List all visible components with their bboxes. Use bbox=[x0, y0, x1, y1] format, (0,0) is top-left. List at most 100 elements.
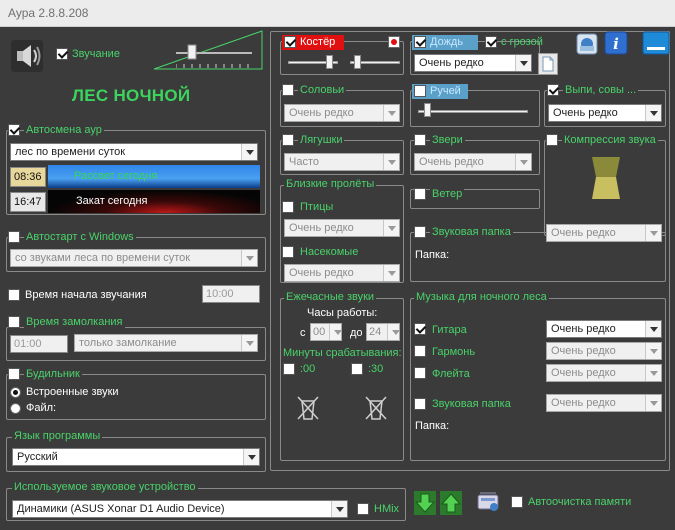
fire-slider-a-thumb[interactable] bbox=[326, 55, 333, 69]
birds-combo[interactable]: Очень редко bbox=[284, 219, 400, 237]
start-time-input[interactable]: 10:00 bbox=[202, 285, 260, 303]
hours-to-combo[interactable]: 24 bbox=[366, 323, 400, 341]
nightingales-checkbox[interactable] bbox=[282, 84, 294, 96]
autochange-checkbox[interactable] bbox=[8, 124, 20, 136]
stream-label: Ручей bbox=[430, 85, 461, 97]
birds-checkbox[interactable] bbox=[282, 201, 294, 213]
chevron-down-icon bbox=[331, 501, 347, 517]
alarm-builtin-radio[interactable] bbox=[10, 387, 21, 398]
record-icon[interactable] bbox=[388, 36, 400, 48]
language-label: Язык программы bbox=[12, 430, 103, 443]
owls-label: Выпи, совы ... bbox=[563, 84, 639, 97]
thunder-checkbox[interactable] bbox=[485, 36, 497, 48]
chevron-down-icon bbox=[383, 105, 399, 121]
stream-slider-track[interactable] bbox=[418, 110, 528, 113]
music-folder-checkbox[interactable] bbox=[414, 398, 426, 410]
autochange-label: Автосмена аур bbox=[24, 124, 104, 137]
no-sound-icon[interactable] bbox=[296, 395, 320, 421]
minute30-checkbox[interactable] bbox=[351, 363, 363, 375]
birds-label: Птицы bbox=[300, 201, 334, 213]
frogs-checkbox[interactable] bbox=[282, 134, 294, 146]
flute-combo[interactable]: Очень редко bbox=[546, 364, 662, 382]
guitar-label: Гитара bbox=[432, 324, 467, 336]
chevron-down-icon bbox=[383, 220, 399, 236]
hours-from-label: с bbox=[300, 327, 306, 339]
rain-label: Дождь bbox=[430, 36, 464, 48]
alarm-checkbox[interactable] bbox=[8, 368, 20, 380]
aura-name: ЛЕС НОЧНОЙ bbox=[72, 86, 191, 105]
autoclean-checkbox[interactable] bbox=[511, 496, 523, 508]
chevron-down-icon bbox=[645, 343, 661, 359]
chevron-down-icon bbox=[515, 55, 531, 71]
svg-text:i: i bbox=[613, 35, 619, 53]
arrow-down-icon[interactable] bbox=[414, 491, 436, 515]
animals-checkbox[interactable] bbox=[414, 134, 426, 146]
fire-label: Костёр bbox=[300, 36, 336, 48]
compression-checkbox[interactable] bbox=[546, 134, 558, 146]
stop-mode-combo[interactable]: только замолкание bbox=[74, 334, 258, 352]
folder-combo[interactable]: Очень редко bbox=[546, 224, 662, 242]
music-label: Музыка для ночного леса bbox=[414, 291, 549, 304]
insects-checkbox[interactable] bbox=[282, 246, 294, 258]
hmix-checkbox[interactable] bbox=[357, 503, 369, 515]
autostart-checkbox[interactable] bbox=[8, 231, 20, 243]
accordion-checkbox[interactable] bbox=[414, 345, 426, 357]
chevron-down-icon bbox=[243, 449, 259, 465]
chevron-down-icon bbox=[241, 250, 257, 266]
guitar-checkbox[interactable] bbox=[414, 323, 426, 335]
owls-checkbox[interactable] bbox=[547, 84, 559, 96]
flute-checkbox[interactable] bbox=[414, 367, 426, 379]
arrow-up-icon[interactable] bbox=[440, 491, 462, 515]
chevron-down-icon bbox=[387, 324, 399, 340]
folder-checkbox[interactable] bbox=[414, 226, 426, 238]
fire-slider-b-thumb[interactable] bbox=[354, 55, 361, 69]
music-folder-label: Звуковая папка bbox=[432, 398, 511, 410]
fire-checkbox[interactable] bbox=[284, 36, 296, 48]
wind-checkbox[interactable] bbox=[414, 188, 426, 200]
hours-to-label: до bbox=[350, 327, 363, 339]
guitar-combo[interactable]: Очень редко bbox=[546, 320, 662, 338]
rain-combo[interactable]: Очень редко bbox=[414, 54, 532, 72]
stream-checkbox[interactable] bbox=[414, 85, 426, 97]
flute-label: Флейта bbox=[432, 368, 470, 380]
file-icon[interactable] bbox=[538, 53, 558, 75]
nightingales-label: Соловьи bbox=[298, 84, 347, 97]
owls-combo[interactable]: Очень редко bbox=[548, 104, 662, 122]
minute00-checkbox[interactable] bbox=[283, 363, 295, 375]
device-combo[interactable]: Динамики (ASUS Xonar D1 Audio Device) bbox=[12, 500, 348, 518]
autochange-combo[interactable]: лес по времени суток bbox=[10, 143, 258, 161]
no-sound-icon[interactable] bbox=[364, 395, 388, 421]
sunset-time: 16:47 bbox=[10, 192, 46, 212]
autostart-label: Автостарт с Windows bbox=[24, 231, 136, 244]
stream-slider-thumb[interactable] bbox=[424, 103, 431, 117]
flyby-label: Близкие пролёты bbox=[284, 178, 377, 191]
folder-label: Звуковая папка bbox=[430, 226, 513, 239]
speaker-icon[interactable] bbox=[10, 39, 44, 73]
stop-time-input[interactable]: 01:00 bbox=[10, 335, 68, 353]
start-time-checkbox[interactable] bbox=[8, 289, 20, 301]
wind-label: Ветер bbox=[430, 188, 465, 201]
info-icon[interactable]: i bbox=[604, 31, 628, 55]
nightingales-combo[interactable]: Очень редко bbox=[284, 104, 400, 122]
frogs-combo[interactable]: Часто bbox=[284, 153, 400, 171]
minimize-icon[interactable] bbox=[642, 31, 670, 55]
rain-checkbox[interactable] bbox=[414, 36, 426, 48]
music-folder-combo[interactable]: Очень редко bbox=[546, 394, 662, 412]
autostart-combo[interactable]: со звуками леса по времени суток bbox=[10, 249, 258, 267]
alarm-file-radio[interactable] bbox=[10, 403, 21, 414]
accordion-combo[interactable]: Очень редко bbox=[546, 342, 662, 360]
hours-from-combo[interactable]: 00 bbox=[310, 323, 342, 341]
network-icon[interactable] bbox=[576, 33, 598, 55]
animals-combo[interactable]: Очень редко bbox=[414, 153, 532, 171]
alarm-file-label: Файл: bbox=[26, 402, 57, 414]
minute00-label: :00 bbox=[300, 363, 316, 375]
sound-checkbox[interactable] bbox=[56, 48, 68, 60]
device-label: Используемое звуковое устройство bbox=[12, 481, 198, 494]
stop-time-checkbox[interactable] bbox=[8, 316, 20, 328]
insects-combo[interactable]: Очень редко bbox=[284, 264, 400, 282]
hmix-label: HMix bbox=[374, 503, 400, 515]
start-time-label: Время начала звучания bbox=[25, 289, 147, 301]
language-combo[interactable]: Русский bbox=[12, 448, 260, 466]
memory-clean-icon[interactable] bbox=[476, 491, 500, 513]
sunrise-label: Рассвет сегодня bbox=[74, 170, 158, 182]
